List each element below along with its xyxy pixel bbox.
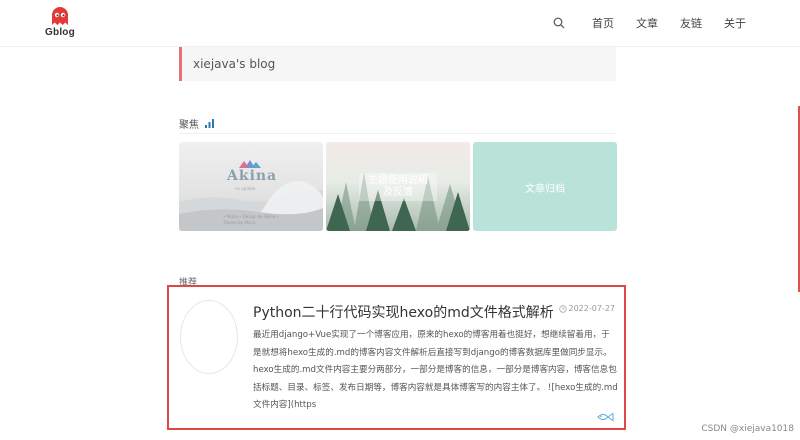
blog-name-text: xiejava's blog <box>193 57 276 71</box>
site-header: Gblog 首页 文章 友链 关于 <box>0 0 800 47</box>
nav-home[interactable]: 首页 <box>592 15 614 31</box>
clock-icon <box>558 304 567 313</box>
nav-articles[interactable]: 文章 <box>636 15 658 31</box>
akina-subtitle: no update <box>235 186 256 191</box>
csdn-watermark: CSDN @xiejava1018 <box>701 424 794 434</box>
recommended-post[interactable]: Python二十行代码实现hexo的md文件格式解析 2022-07-27 最近… <box>167 285 626 430</box>
post-excerpt: 最近用django+Vue实现了一个博客应用，原来的hexo的博客用着也挺好，想… <box>253 330 618 411</box>
featured-card-archive[interactable]: 文章归档 <box>473 142 617 231</box>
bar-chart-icon <box>205 119 214 128</box>
logo-text: Gblog <box>45 27 75 38</box>
search-icon[interactable] <box>553 17 565 29</box>
post-date-text: 2022-07-27 <box>568 304 616 313</box>
featured-title: 聚焦 <box>179 120 199 131</box>
featured-card-theme-guide[interactable]: 主题使用说明 及反馈 <box>326 142 470 231</box>
nav-friend-links[interactable]: 友链 <box>680 15 702 31</box>
theme-guide-label: 主题使用说明 及反馈 <box>359 173 437 201</box>
main-nav: 首页 文章 友链 关于 <box>553 15 746 31</box>
post-date: 2022-07-27 <box>558 304 616 313</box>
fish-icon[interactable] <box>597 412 615 422</box>
akina-title: Akina <box>227 168 278 184</box>
ghost-logo-icon <box>52 7 68 25</box>
akina-caption: • Akina • Design by Akina • Theme by Aki… <box>223 214 279 225</box>
akina-logo-icon <box>239 160 261 168</box>
archive-label: 文章归档 <box>525 184 565 195</box>
site-logo[interactable]: Gblog <box>45 6 75 38</box>
post-title[interactable]: Python二十行代码实现hexo的md文件格式解析 <box>253 302 554 322</box>
nav-about[interactable]: 关于 <box>724 15 746 31</box>
featured-heading: 聚焦 <box>179 116 214 131</box>
post-thumbnail[interactable] <box>180 300 238 374</box>
featured-divider <box>179 133 616 134</box>
featured-card-akina[interactable]: Akina no update • Akina • Design by Akin… <box>179 142 323 231</box>
blog-name-banner: xiejava's blog <box>179 47 616 81</box>
